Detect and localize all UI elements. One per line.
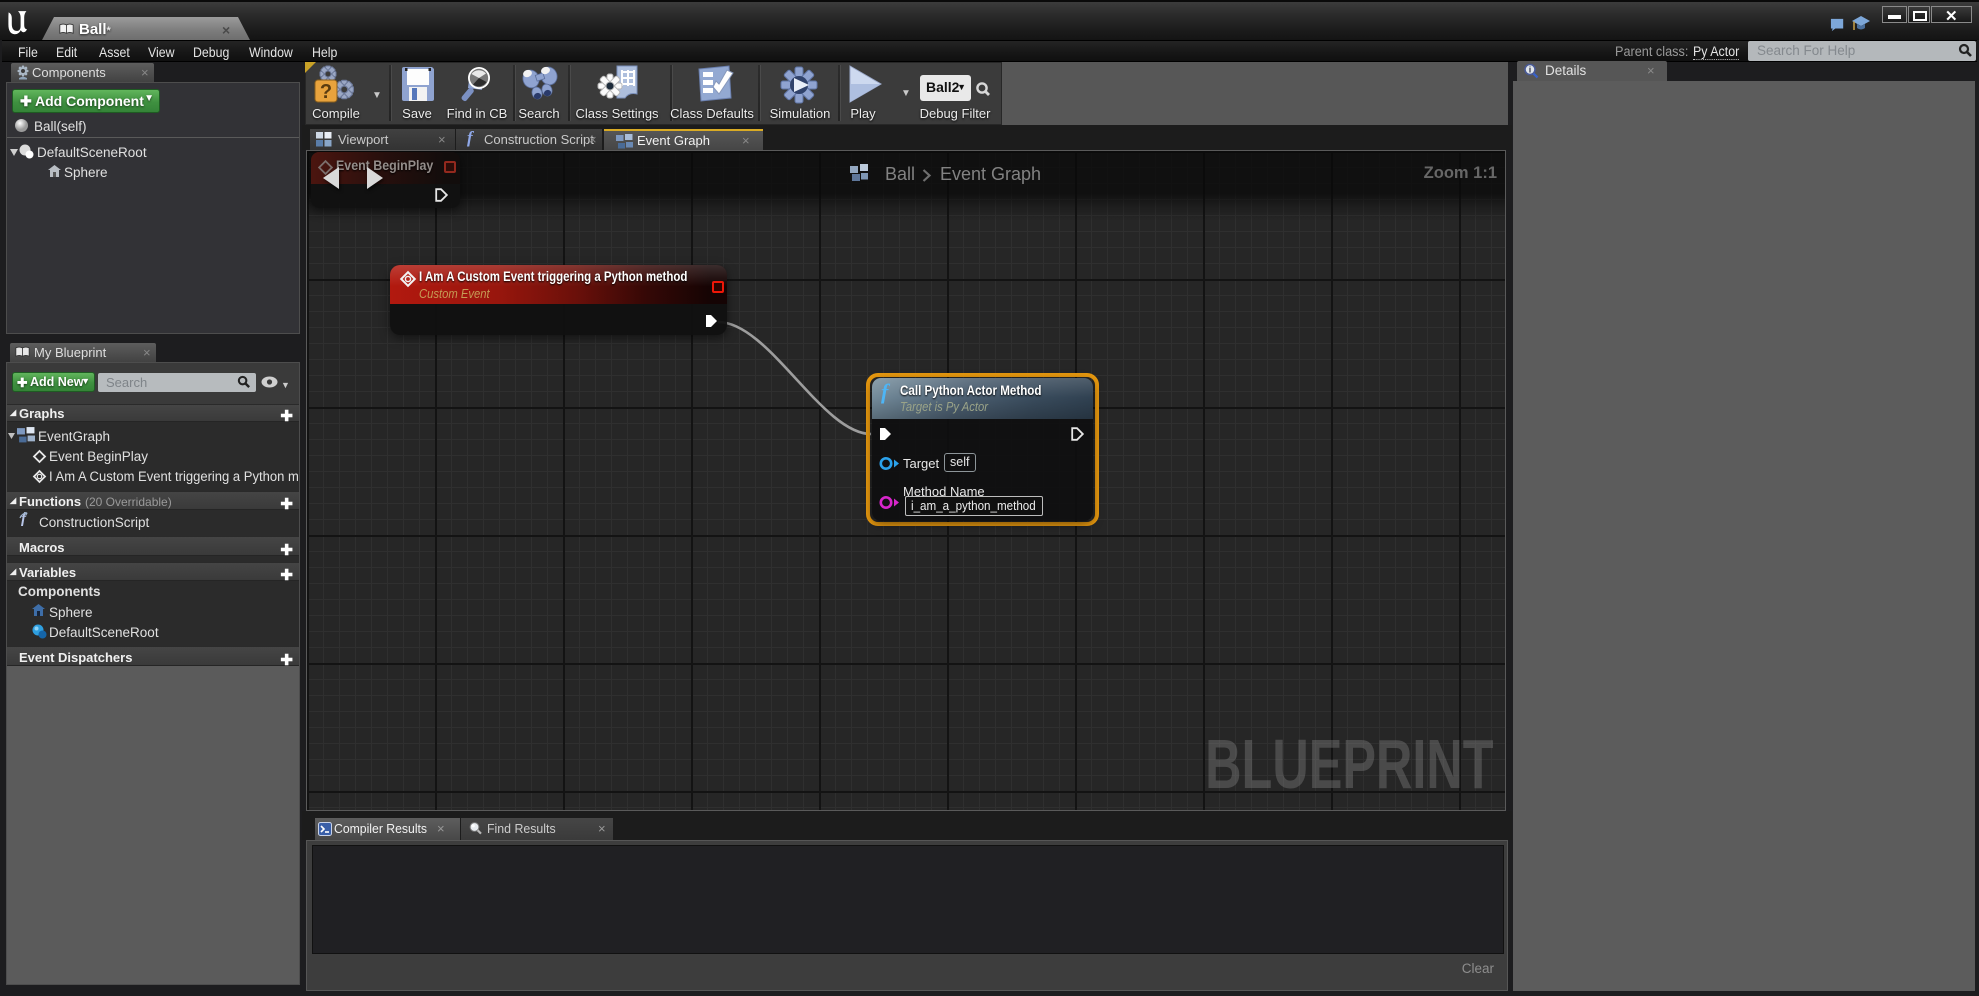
- svg-text:?: ?: [320, 81, 332, 103]
- svg-text:i: i: [1529, 66, 1531, 75]
